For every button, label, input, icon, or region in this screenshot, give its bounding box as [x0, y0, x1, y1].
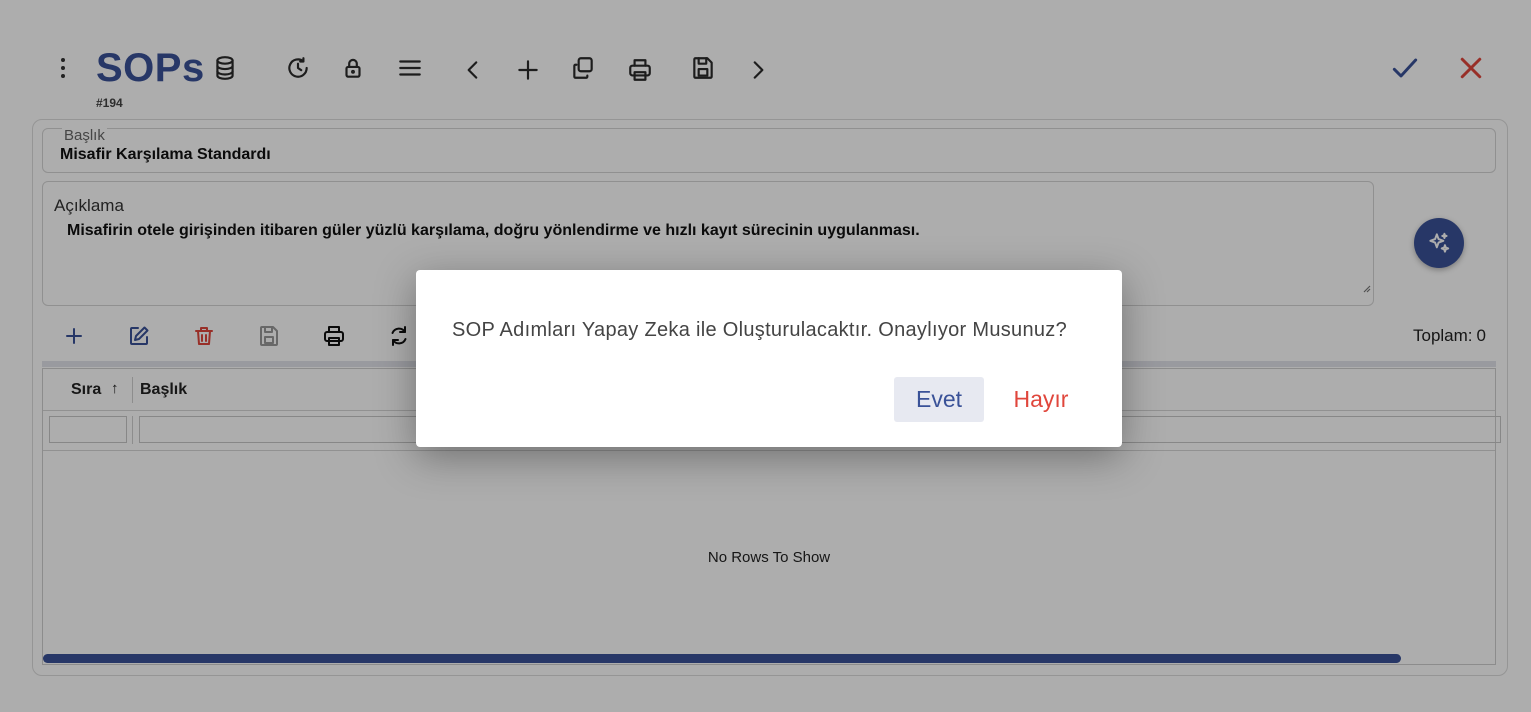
dialog-message: SOP Adımları Yapay Zeka ile Oluşturulaca…: [452, 319, 1068, 341]
yes-button[interactable]: Evet: [894, 377, 984, 422]
no-button[interactable]: Hayır: [1004, 377, 1078, 422]
confirm-dialog: SOP Adımları Yapay Zeka ile Oluşturulaca…: [416, 270, 1122, 447]
